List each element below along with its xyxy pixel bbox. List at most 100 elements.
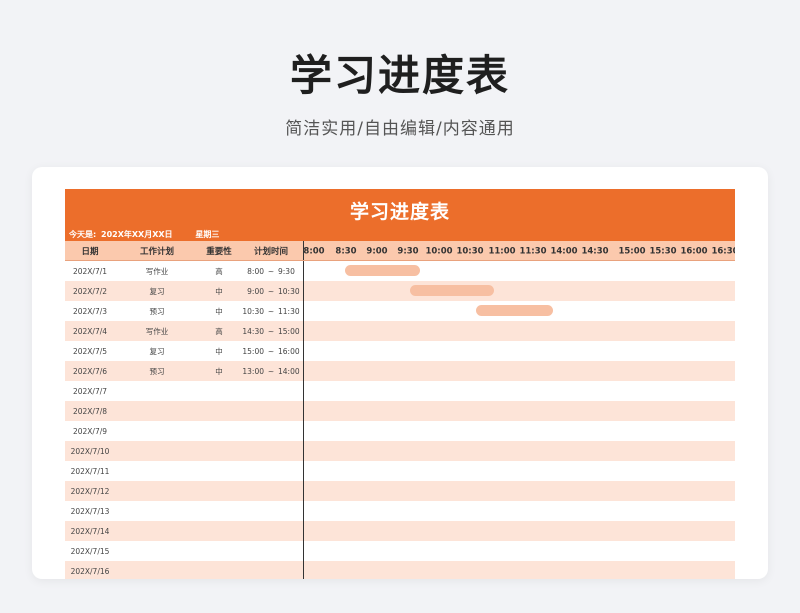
table-row[interactable]: 202X/7/12 [65,481,735,501]
table-row[interactable]: 202X/7/9 [65,421,735,441]
table-row[interactable]: 202X/7/15 [65,541,735,561]
timeline-tick: 16:30 [711,246,735,256]
timeline-tick: 11:30 [519,246,547,256]
table-row[interactable]: 202X/7/8 [65,401,735,421]
gantt-cell [303,421,735,441]
time-end: 9:30 [278,266,295,276]
table-row[interactable]: 202X/7/6 预习中 13:00 ~14:00 [65,361,735,381]
sheet-card: 学习进度表 今天是: 202X年XX月XX日 星期三 日期 工作计划 重要性 计… [32,167,768,579]
today-value[interactable]: 202X年XX月XX日 [101,230,173,239]
timeline-tick: 16:00 [680,246,708,256]
header-time: 计划时间 [253,246,288,257]
gantt-bar[interactable] [410,285,495,296]
gantt-cell [303,341,735,361]
table-row[interactable]: 202X/7/13 [65,501,735,521]
time-separator: ~ [267,286,275,296]
cell-task[interactable]: 写作业 [115,266,199,277]
page-subtitle: 简洁实用/自由编辑/内容通用 [285,119,515,139]
time-start: 14:30 [242,326,264,336]
gantt-cell [303,541,735,561]
cell-date[interactable]: 202X/7/8 [65,407,115,416]
table-header: 日期 工作计划 重要性 计划时间 8:00 8:30 9:00 9:30 10:00 10… [65,241,735,261]
cell-date[interactable]: 202X/7/11 [65,467,115,476]
gantt-timeline-header: 8:00 8:30 9:00 9:30 10:00 10:30 11:00 11:30 14:0… [303,241,735,260]
cell-task[interactable]: 预习 [115,366,199,377]
timeline-tick: 8:30 [335,246,357,256]
table-row[interactable]: 202X/7/1 写作业高 8:00 ~9:30 [65,261,735,281]
table-row[interactable]: 202X/7/2 复习中 9:00 ~10:30 [65,281,735,301]
table-row[interactable]: 202X/7/7 [65,381,735,401]
cell-importance[interactable]: 中 [199,366,239,377]
cell-importance[interactable]: 中 [199,306,239,317]
timeline-tick: 14:00 [550,246,578,256]
timeline-tick: 15:30 [649,246,677,256]
cell-date[interactable]: 202X/7/12 [65,487,115,496]
cell-date[interactable]: 202X/7/14 [65,527,115,536]
table-row[interactable]: 202X/7/16 [65,561,735,579]
timeline-tick: 11:00 [488,246,516,256]
cell-task[interactable]: 复习 [115,346,199,357]
cell-date[interactable]: 202X/7/4 [65,327,115,336]
cell-date[interactable]: 202X/7/3 [65,307,115,316]
timeline-tick: 10:00 [425,246,453,256]
table-row[interactable]: 202X/7/3 预习中 10:30 ~11:30 [65,301,735,321]
cell-time[interactable]: 8:00 ~9:30 [239,267,303,276]
gantt-cell [303,501,735,521]
header-task: 工作计划 [139,246,174,257]
cell-date[interactable]: 202X/7/10 [65,447,115,456]
table-row[interactable]: 202X/7/10 [65,441,735,461]
time-end: 11:30 [278,306,300,316]
cell-time[interactable]: 13:00 ~14:00 [239,367,303,376]
cell-date[interactable]: 202X/7/15 [65,547,115,556]
gantt-cell [303,321,735,341]
cell-time[interactable]: 15:00 ~16:00 [239,347,303,356]
cell-importance[interactable]: 中 [199,286,239,297]
table-row[interactable]: 202X/7/5 复习中 15:00 ~16:00 [65,341,735,361]
timeline-tick: 9:00 [366,246,388,256]
cell-date[interactable]: 202X/7/5 [65,347,115,356]
cell-task[interactable]: 预习 [115,306,199,317]
time-separator: ~ [267,346,275,356]
cell-date[interactable]: 202X/7/2 [65,287,115,296]
time-end: 10:30 [278,286,300,296]
gantt-cell [303,521,735,541]
gantt-bar[interactable] [475,305,554,316]
timeline-tick: 14:30 [581,246,609,256]
cell-date[interactable]: 202X/7/13 [65,507,115,516]
table-row[interactable]: 202X/7/11 [65,461,735,481]
time-separator: ~ [267,326,275,336]
page-title: 学习进度表 [289,51,510,100]
cell-time[interactable]: 14:30 ~15:00 [239,327,303,336]
gantt-cell [303,481,735,501]
header-importance: 重要性 [206,246,232,257]
header-date: 日期 [81,246,99,257]
timeline-tick: 8:00 [303,246,325,256]
cell-time[interactable]: 10:30 ~11:30 [239,307,303,316]
cell-task[interactable]: 复习 [115,286,199,297]
gantt-cell [303,561,735,579]
cell-time[interactable]: 9:00 ~10:30 [239,287,303,296]
time-end: 15:00 [278,326,300,336]
table-row[interactable]: 202X/7/14 [65,521,735,541]
cell-date[interactable]: 202X/7/16 [65,567,115,576]
today-info: 今天是: 202X年XX月XX日 星期三 [69,229,221,240]
gantt-cell [303,381,735,401]
cell-importance[interactable]: 高 [199,266,239,277]
progress-sheet: 学习进度表 今天是: 202X年XX月XX日 星期三 日期 工作计划 重要性 计… [65,189,735,579]
weekday-value[interactable]: 星期三 [195,230,219,239]
cell-date[interactable]: 202X/7/6 [65,367,115,376]
cell-importance[interactable]: 中 [199,346,239,357]
cell-task[interactable]: 写作业 [115,326,199,337]
cell-date[interactable]: 202X/7/1 [65,267,115,276]
table-row[interactable]: 202X/7/4 写作业高 14:30 ~15:00 [65,321,735,341]
cell-importance[interactable]: 高 [199,326,239,337]
gantt-cell [303,441,735,461]
cell-date[interactable]: 202X/7/9 [65,427,115,436]
cell-date[interactable]: 202X/7/7 [65,387,115,396]
time-separator: ~ [267,366,275,376]
schedule-table: 202X/7/1 写作业高 8:00 ~9:30 202X/7/2 复习中 9:00 ~10:… [65,261,735,579]
time-end: 16:00 [278,346,300,356]
gantt-cell [303,401,735,421]
time-start: 9:00 [247,286,264,296]
gantt-bar[interactable] [345,265,420,276]
